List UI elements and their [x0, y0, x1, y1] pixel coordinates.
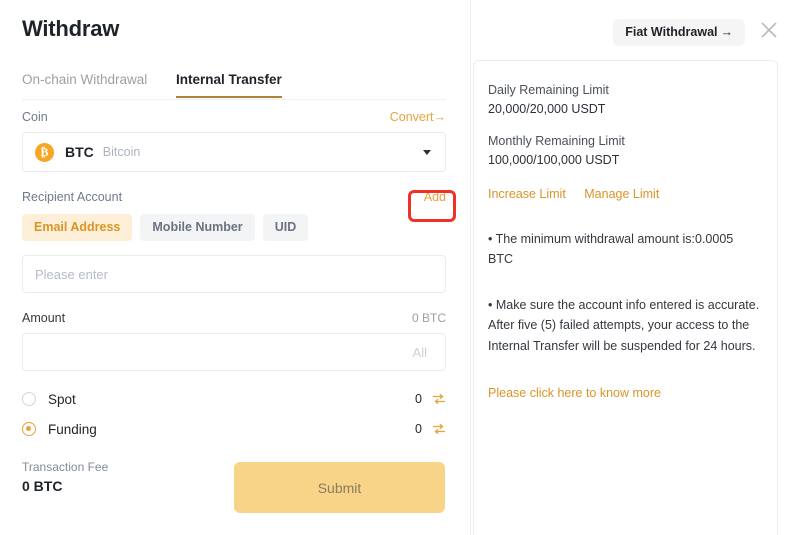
daily-limit-value: 20,000/20,000 USDT — [488, 102, 606, 117]
coin-selected-value: ₿ BTC Bitcoin — [35, 142, 141, 162]
limits-info-panel: Daily Remaining Limit 20,000/20,000 USDT… — [473, 60, 778, 535]
submit-button[interactable]: Submit — [234, 462, 445, 513]
fiat-withdrawal-button[interactable]: Fiat Withdrawal → — [613, 19, 745, 46]
funding-balance: 0 — [415, 422, 422, 436]
page-title: Withdraw — [22, 16, 120, 41]
recipient-method-tabs: Email Address Mobile Number UID — [22, 214, 446, 241]
coin-selector[interactable]: ₿ BTC Bitcoin — [22, 132, 446, 172]
method-email-address[interactable]: Email Address — [22, 214, 133, 241]
recipient-input[interactable] — [22, 255, 446, 293]
transfer-icon[interactable] — [432, 392, 446, 406]
spot-balance: 0 — [415, 392, 422, 406]
chevron-down-icon — [423, 149, 431, 155]
panel-divider — [470, 0, 471, 535]
increase-limit-link[interactable]: Increase Limit — [488, 187, 566, 201]
withdraw-tabs: On-chain Withdrawal Internal Transfer — [22, 72, 446, 100]
coin-row: Coin Convert→ — [22, 110, 446, 124]
amount-available: 0 BTC — [411, 311, 446, 325]
source-account-funding[interactable]: Funding 0 — [22, 417, 446, 441]
method-mobile-number[interactable]: Mobile Number — [140, 214, 255, 241]
withdraw-form: Coin Convert→ ₿ BTC Bitcoin Recipient Ac… — [22, 110, 456, 447]
note-minimum-amount: • The minimum withdrawal amount is:0.000… — [488, 231, 734, 266]
coin-name: Bitcoin — [102, 145, 141, 159]
btc-coin-icon: ₿ — [35, 142, 54, 162]
source-account-list: Spot 0 Funding 0 — [22, 387, 446, 441]
recipient-account-row: Recipient Account Add — [22, 190, 446, 204]
convert-label: Convert — [389, 110, 434, 124]
limit-links: Increase Limit Manage Limit — [488, 185, 760, 203]
funding-label: Funding — [48, 421, 97, 437]
dialog-header: Withdraw Fiat Withdrawal → — [0, 0, 800, 58]
withdraw-footer: Transaction Fee 0 BTC Submit — [22, 460, 446, 516]
note-account-accuracy: • Make sure the account info entered is … — [488, 298, 760, 353]
amount-field[interactable]: All — [22, 333, 446, 371]
coin-label: Coin — [22, 110, 48, 124]
tab-on-chain-withdrawal[interactable]: On-chain Withdrawal — [22, 72, 147, 96]
coin-symbol: BTC — [65, 144, 94, 160]
monthly-limit-value: 100,000/100,000 USDT — [488, 153, 620, 168]
spot-label: Spot — [48, 391, 76, 407]
source-account-spot[interactable]: Spot 0 — [22, 387, 446, 411]
arrow-right-icon: → — [433, 110, 447, 124]
transfer-icon[interactable] — [432, 422, 446, 436]
arrow-right-icon: → — [720, 25, 734, 39]
daily-limit-label: Daily Remaining Limit — [488, 83, 609, 97]
method-uid[interactable]: UID — [262, 214, 309, 241]
monthly-limit-label: Monthly Remaining Limit — [488, 133, 625, 148]
recipient-account-label: Recipient Account — [22, 190, 123, 204]
add-recipient-link[interactable]: Add — [424, 190, 446, 204]
know-more-link[interactable]: Please click here to know more — [488, 386, 760, 400]
amount-row: Amount 0 BTC — [22, 311, 446, 325]
close-icon[interactable] — [758, 19, 780, 41]
amount-all-button[interactable]: All — [407, 344, 433, 361]
manage-limit-link[interactable]: Manage Limit — [584, 187, 659, 201]
fiat-withdrawal-label: Fiat Withdrawal — [625, 25, 718, 39]
amount-label: Amount — [22, 311, 66, 325]
convert-link[interactable]: Convert→ — [390, 110, 446, 124]
tab-internal-transfer[interactable]: Internal Transfer — [176, 72, 282, 98]
radio-spot[interactable] — [22, 392, 36, 406]
radio-funding[interactable] — [22, 422, 36, 436]
tabs-divider — [22, 99, 446, 100]
